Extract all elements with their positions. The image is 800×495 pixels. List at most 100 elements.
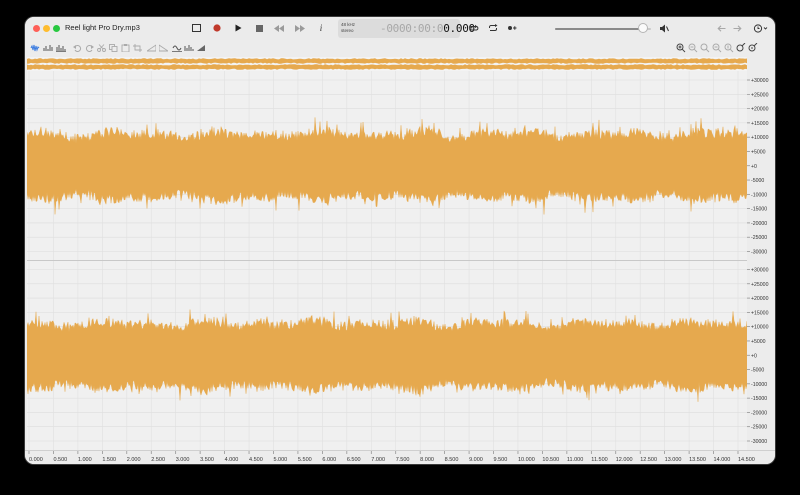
amplitude-tick-label: +10000 <box>751 325 769 331</box>
forward-button[interactable] <box>731 21 743 35</box>
time-tick-label: 8.000 <box>420 457 434 463</box>
cut-icon <box>97 44 106 52</box>
amplitude-tick-label: -10000 <box>751 382 767 388</box>
zoom-reset-button[interactable] <box>735 43 746 53</box>
editing-toolbar <box>25 40 775 57</box>
playhead-follow-button[interactable] <box>505 21 519 35</box>
amplitude-tick-label: +15000 <box>751 121 769 127</box>
loop-icon <box>469 24 479 31</box>
paste-button[interactable] <box>120 43 131 53</box>
zoom-tool-icon <box>748 43 757 52</box>
time-tick-label: 9.500 <box>494 457 508 463</box>
amplitude-tick-label: +25000 <box>751 92 769 98</box>
speaker-button[interactable] <box>657 21 671 35</box>
amplitude-tick-label: -15000 <box>751 396 767 402</box>
paste-icon <box>121 44 130 52</box>
amplitude-tick-label: +30000 <box>751 78 769 84</box>
loop-region-button[interactable] <box>189 21 203 35</box>
amplitude-tick-label: -30000 <box>751 250 767 256</box>
time-tick-label: 3.500 <box>200 457 214 463</box>
minimize-window-button[interactable] <box>43 25 50 32</box>
effects-button[interactable] <box>171 43 182 53</box>
amplitude-tick-label: -30000 <box>751 439 767 445</box>
playhead-follow-icon <box>508 26 517 30</box>
view-spectrum-button[interactable] <box>42 43 53 53</box>
view-waveform-button[interactable] <box>29 43 40 53</box>
rewind-icon <box>274 24 284 32</box>
amplitude-tick-label: -25000 <box>751 425 767 431</box>
reverse-button[interactable] <box>195 43 206 53</box>
time-tick-label: 5.000 <box>273 457 287 463</box>
loop-button[interactable] <box>467 21 481 35</box>
volume-slider[interactable] <box>555 28 651 30</box>
zoom-reset-icon <box>736 43 745 52</box>
reverse-icon <box>196 45 205 51</box>
time-tick-label: 7.000 <box>371 457 385 463</box>
zoom-selection-button[interactable] <box>711 43 722 53</box>
amplitude-tick-label: +25000 <box>751 282 769 288</box>
play-icon <box>235 24 241 32</box>
amplitude-tick-label: -5000 <box>751 178 764 184</box>
time-tick-label: 0.000 <box>29 457 43 463</box>
redo-button[interactable] <box>84 43 95 53</box>
amplitude-tick-label: -20000 <box>751 221 767 227</box>
fade-out-button[interactable] <box>158 43 169 53</box>
time-tick-label: 6.000 <box>322 457 336 463</box>
amplitude-ruler: +30000 +25000 +20000 +15000 +10000 +5000 +0 -50… <box>747 71 775 450</box>
zoom-window-button[interactable] <box>53 25 60 32</box>
zoom-fit-icon <box>700 43 709 53</box>
zoom-out-button[interactable] <box>687 43 698 53</box>
record-button[interactable] <box>210 21 224 35</box>
fast-forward-icon <box>295 24 305 32</box>
time-ruler[interactable]: 0.000 0.500 1.000 1.500 2.000 2.500 3.000 3.500… <box>25 450 775 464</box>
amplitude-tick-label: +20000 <box>751 107 769 113</box>
amplitude-tick-label: +15000 <box>751 310 769 316</box>
channel-2-waveform <box>26 309 748 402</box>
fade-in-button[interactable] <box>146 43 157 53</box>
waveform-editor[interactable] <box>26 71 748 450</box>
undo-button[interactable] <box>72 43 83 53</box>
time-tick-label: 11.000 <box>567 457 583 463</box>
zoom-in-button[interactable] <box>675 43 686 53</box>
zoom-vertical-icon <box>724 43 733 53</box>
redo-icon <box>85 45 94 52</box>
crop-button[interactable] <box>132 43 143 53</box>
play-button[interactable] <box>231 21 245 35</box>
stop-button[interactable] <box>252 21 266 35</box>
fade-out-icon <box>159 44 168 52</box>
close-window-button[interactable] <box>33 25 40 32</box>
zoom-fit-button[interactable] <box>699 43 710 53</box>
amplitude-tick-label: +20000 <box>751 296 769 302</box>
fast-forward-button[interactable] <box>293 21 307 35</box>
waveform-overview[interactable] <box>27 57 747 71</box>
time-tick-label: 10.000 <box>518 457 535 463</box>
waveform-display <box>26 71 748 450</box>
cut-button[interactable] <box>96 43 107 53</box>
history-menu-button[interactable] <box>752 21 770 35</box>
window-title: Reel light Pro Dry.mp3 <box>65 23 140 32</box>
amplitude-tick-label: -10000 <box>751 192 767 198</box>
amplitude-tick-label: +5000 <box>751 149 766 155</box>
amplitude-ruler-scale: +30000 +25000 +20000 +15000 +10000 +5000 +0 -50… <box>747 78 769 445</box>
time-tick-label: 3.000 <box>176 457 190 463</box>
time-tick-label: 12.000 <box>616 457 633 463</box>
square-icon <box>191 24 201 32</box>
back-button[interactable] <box>715 21 727 35</box>
volume-slider-knob[interactable] <box>638 23 649 33</box>
rewind-button[interactable] <box>272 21 286 35</box>
overview-waveform <box>27 57 747 71</box>
copy-button[interactable] <box>108 43 119 53</box>
time-tick-label: 9.000 <box>469 457 483 463</box>
repeat-button[interactable] <box>486 21 500 35</box>
arrow-right-icon <box>733 24 742 32</box>
info-button[interactable]: i <box>315 21 327 35</box>
zoom-vertical-button[interactable] <box>723 43 734 53</box>
view-waveform-icon <box>30 44 39 52</box>
undo-icon <box>73 45 82 52</box>
view-analysis-button[interactable] <box>55 43 66 53</box>
amplitude-tick-label: +5000 <box>751 339 766 345</box>
normalize-button[interactable] <box>183 43 194 53</box>
zoom-tool-button[interactable] <box>747 43 758 53</box>
time-tick-label: 0.500 <box>53 457 67 463</box>
time-tick-label: 8.500 <box>445 457 459 463</box>
